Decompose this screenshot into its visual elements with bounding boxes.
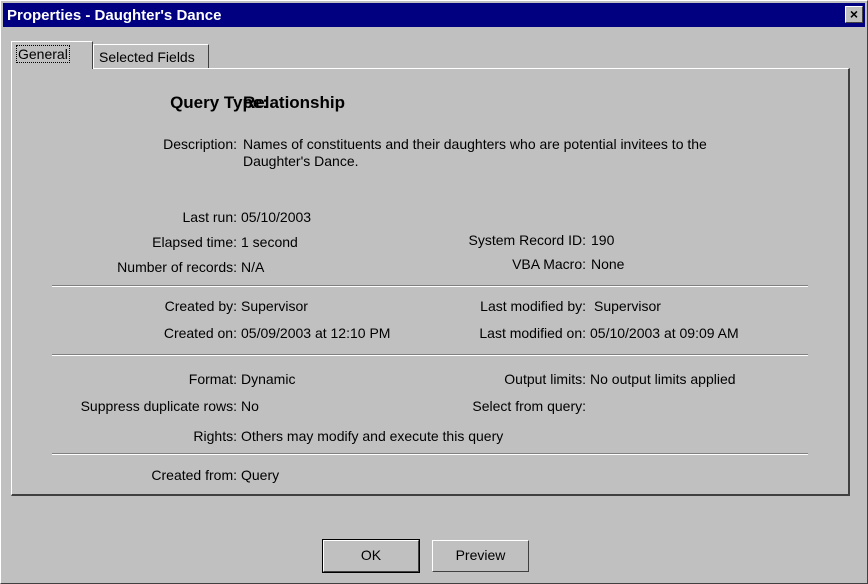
query-type-value: Relationship xyxy=(243,93,346,112)
created-on-label: Created on: xyxy=(163,325,237,341)
created-by-value: Supervisor xyxy=(241,298,308,314)
last-modified-by-value: Supervisor xyxy=(594,298,661,314)
output-limits-label: Output limits: xyxy=(504,371,586,387)
separator-1 xyxy=(52,285,808,287)
separator-2 xyxy=(52,354,808,356)
created-from-value: Query xyxy=(241,467,280,483)
last-modified-on-value: 05/10/2003 at 09:09 AM xyxy=(590,325,739,341)
elapsed-time-value: 1 second xyxy=(241,234,298,250)
suppress-duplicate-rows-label: Suppress duplicate rows: xyxy=(80,398,237,414)
last-modified-on-label: Last modified on: xyxy=(479,325,586,341)
vba-macro-value: None xyxy=(591,256,625,272)
suppress-duplicate-rows-value: No xyxy=(241,398,259,414)
format-value: Dynamic xyxy=(241,371,296,387)
format-label: Format: xyxy=(188,371,237,387)
rights-value: Others may modify and execute this query xyxy=(241,428,504,444)
created-by-label: Created by: xyxy=(164,298,237,314)
number-of-records-label: Number of records: xyxy=(117,259,237,275)
separator-3 xyxy=(52,453,808,455)
output-limits-value: No output limits applied xyxy=(590,371,736,387)
number-of-records-value: N/A xyxy=(241,259,265,275)
system-record-id-value: 190 xyxy=(591,232,615,248)
system-record-id-label: System Record ID: xyxy=(468,232,586,248)
last-run-label: Last run: xyxy=(182,209,237,225)
ok-button[interactable]: OK xyxy=(322,539,420,573)
rights-label: Rights: xyxy=(193,428,237,444)
last-run-value: 05/10/2003 xyxy=(241,209,312,225)
last-modified-by-label: Last modified by: xyxy=(480,298,586,314)
vba-macro-label: VBA Macro: xyxy=(512,256,586,272)
created-on-value: 05/09/2003 at 12:10 PM xyxy=(241,325,391,341)
description-label: Description: xyxy=(163,136,237,152)
elapsed-time-label: Elapsed time: xyxy=(152,234,237,250)
description-value: Names of constituents and their daughter… xyxy=(243,136,707,169)
created-from-label: Created from: xyxy=(151,467,237,483)
select-from-query-label: Select from query: xyxy=(472,398,586,414)
preview-button[interactable]: Preview xyxy=(432,540,529,572)
